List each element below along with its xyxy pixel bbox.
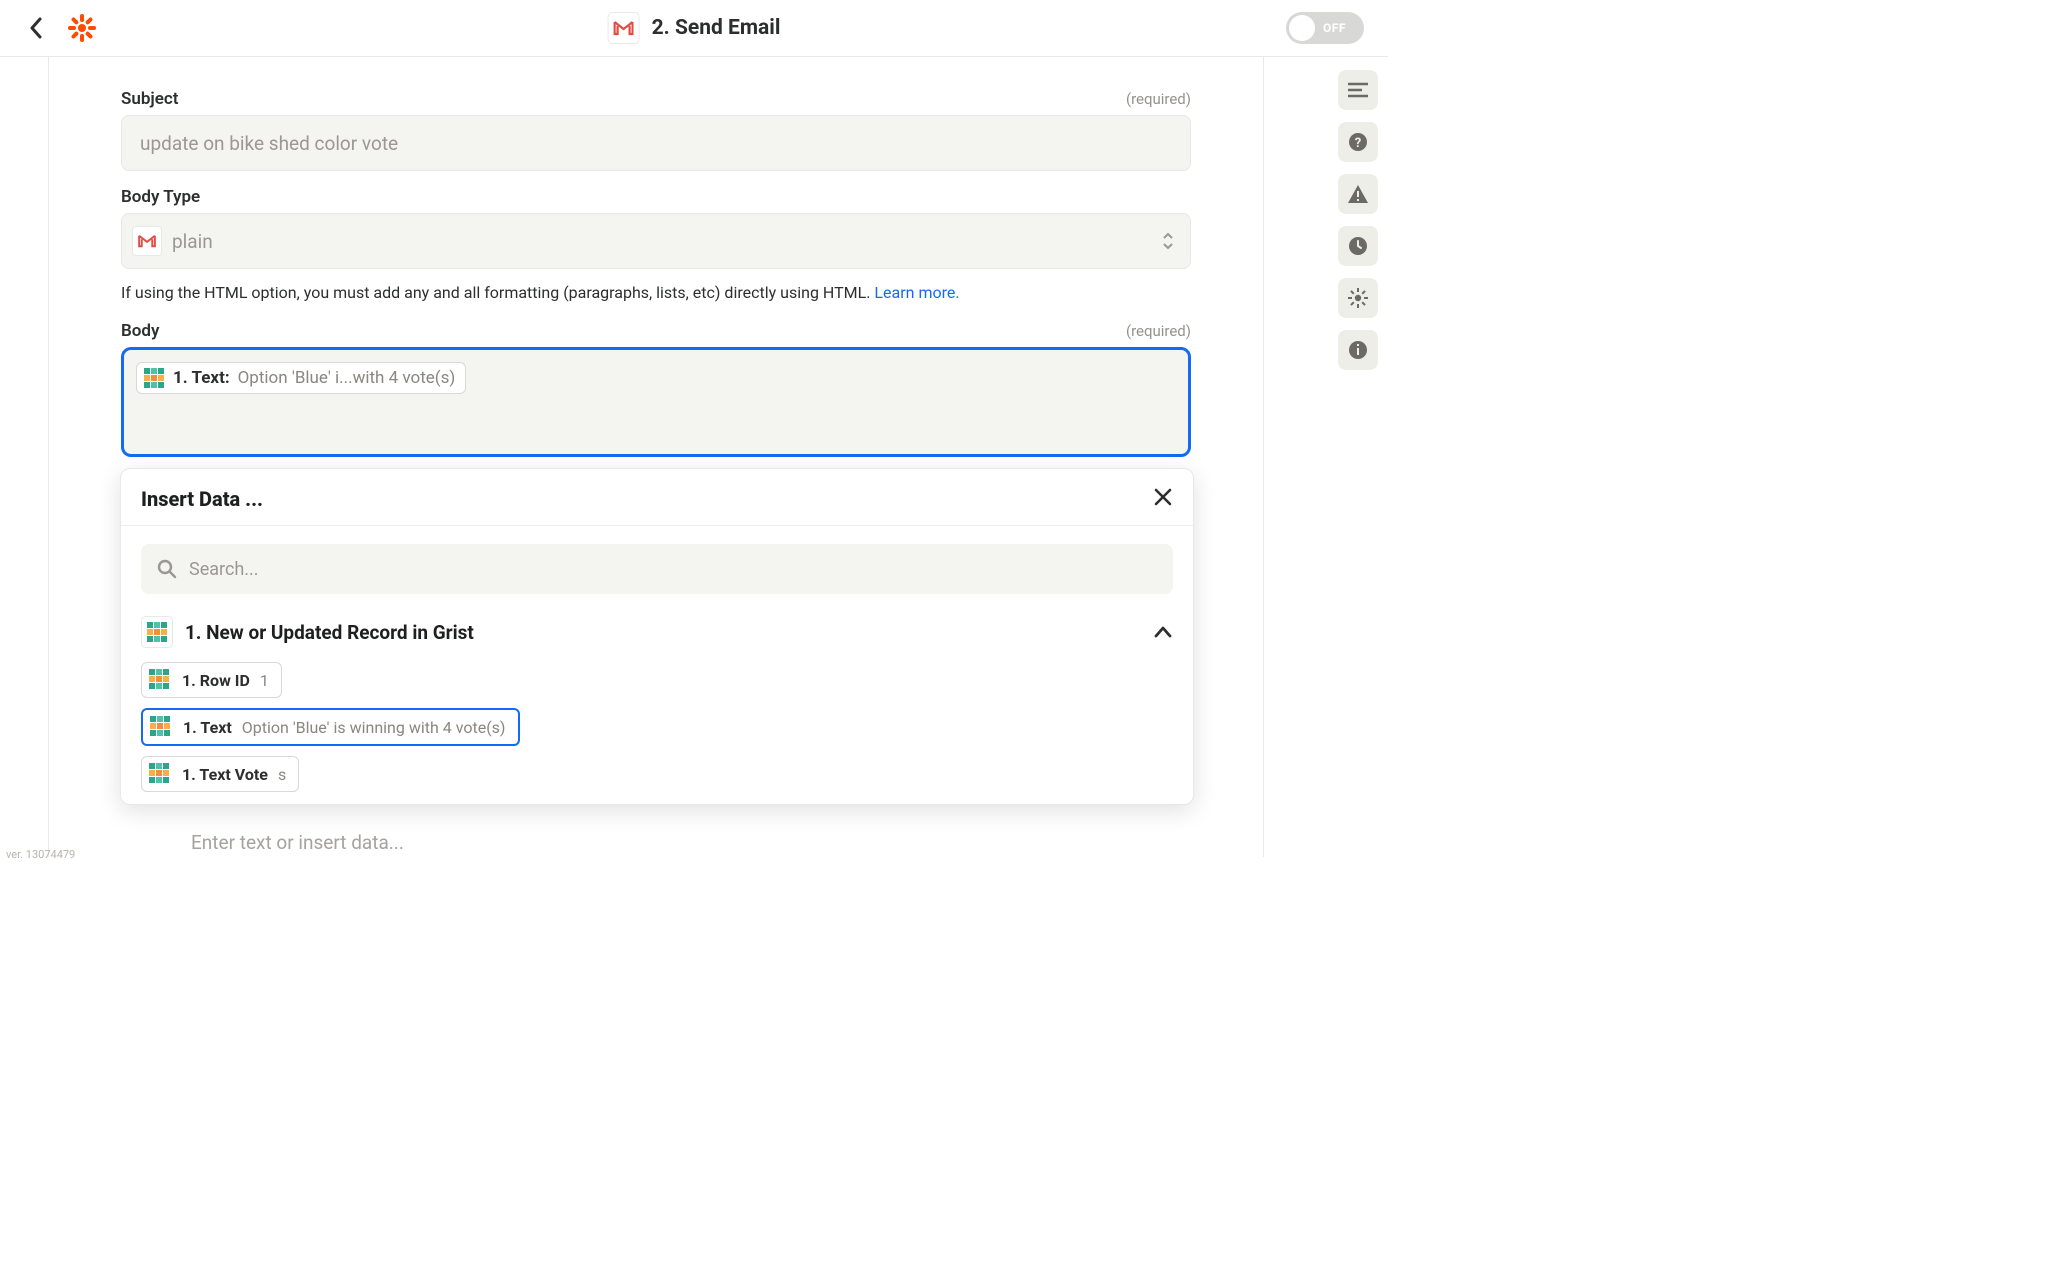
body-type-value: plain (172, 230, 213, 253)
field-option-value: Option 'Blue' is winning with 4 vote(s) (242, 718, 506, 737)
insert-data-title: Insert Data ... (141, 487, 263, 511)
data-source-label: 1. New or Updated Record in Grist (185, 621, 474, 644)
field-option[interactable]: 1. Text Option 'Blue' is winning with 4 … (141, 708, 520, 746)
chevron-up-icon (1162, 232, 1174, 240)
field-option-label: 1. Text (183, 718, 232, 737)
clock-icon (1348, 236, 1368, 256)
insert-data-body: Search... 1. New or Updated Record in Gr… (121, 526, 1193, 804)
insert-data-panel: Insert Data ... Search... (120, 468, 1194, 805)
body-label: Body (121, 321, 159, 341)
version-label: ver. 13074479 (6, 848, 75, 861)
subject-required: (required) (1126, 90, 1191, 108)
zap-enable-toggle[interactable]: OFF (1286, 12, 1364, 44)
pill-value: Option 'Blue' i...with 4 vote(s) (238, 368, 456, 388)
top-bar: 2. Send Email OFF (0, 0, 1388, 57)
search-placeholder: Search... (189, 559, 259, 580)
help-button[interactable]: ? (1338, 122, 1378, 162)
select-stepper (1162, 232, 1174, 250)
zapier-logo (66, 12, 98, 44)
zapier-icon (67, 13, 97, 43)
outline-button[interactable] (1338, 70, 1378, 110)
close-icon (1153, 487, 1173, 507)
pill-label: 1. Text: (173, 368, 230, 388)
toggle-label: OFF (1323, 21, 1346, 35)
info-icon (1348, 340, 1368, 360)
settings-button[interactable] (1338, 278, 1378, 318)
toggle-knob (1289, 15, 1315, 41)
body-type-label: Body Type (121, 187, 200, 207)
warnings-button[interactable] (1338, 174, 1378, 214)
subject-input[interactable]: update on bike shed color vote (121, 115, 1191, 171)
subject-label: Subject (121, 89, 179, 109)
data-source-row[interactable]: 1. New or Updated Record in Grist (141, 616, 1173, 648)
insert-data-search[interactable]: Search... (141, 544, 1173, 594)
step-title: 2. Send Email (652, 16, 781, 40)
svg-text:?: ? (1355, 136, 1361, 151)
chevron-down-icon (1162, 242, 1174, 250)
field-option-label: 1. Text Vote (182, 765, 268, 784)
help-icon: ? (1348, 132, 1368, 152)
right-rail: ? (1338, 70, 1378, 370)
gear-icon (1348, 288, 1368, 308)
chevron-up-icon (1153, 625, 1173, 639)
field-option-label: 1. Row ID (182, 671, 250, 690)
body-field: Body (required) 1. Text: Option 'Blue' i… (121, 321, 1191, 457)
grist-icon (148, 762, 172, 786)
insert-data-header: Insert Data ... (121, 469, 1193, 526)
body-type-select[interactable]: plain (121, 213, 1191, 269)
field-list: 1. Row ID 1 1. Text Option 'Blue' is winn… (141, 662, 1173, 792)
body-type-helper: If using the HTML option, you must add a… (121, 281, 1191, 305)
warning-icon (1347, 184, 1369, 204)
field-option-value: 1 (260, 671, 269, 690)
gmail-icon (138, 234, 156, 248)
field-option[interactable]: 1. Row ID 1 (141, 662, 282, 698)
field-option-value: s (278, 765, 286, 784)
chevron-left-icon (29, 17, 43, 39)
subject-value: update on bike shed color vote (140, 132, 398, 155)
close-button[interactable] (1153, 487, 1173, 511)
step-title-group: 2. Send Email (608, 12, 781, 44)
helper-text: If using the HTML option, you must add a… (121, 283, 874, 302)
body-placeholder: Enter text or insert data... (169, 831, 1243, 854)
gmail-app-icon-small (132, 226, 162, 256)
grist-icon (148, 668, 172, 692)
body-type-field: Body Type plain If using the HTML opt (121, 187, 1191, 305)
mapped-field-pill[interactable]: 1. Text: Option 'Blue' i...with 4 vote(s… (136, 362, 466, 394)
info-button[interactable] (1338, 330, 1378, 370)
outline-icon (1348, 82, 1368, 98)
grist-icon (149, 715, 173, 739)
gmail-icon (614, 20, 634, 36)
grist-icon (146, 621, 168, 643)
learn-more-link[interactable]: Learn more. (874, 283, 959, 302)
gmail-app-icon (608, 12, 640, 44)
subject-field: Subject (required) update on bike shed c… (121, 89, 1191, 171)
body-editor[interactable]: 1. Text: Option 'Blue' i...with 4 vote(s… (121, 347, 1191, 457)
body-required: (required) (1126, 322, 1191, 340)
history-button[interactable] (1338, 226, 1378, 266)
search-icon (157, 559, 177, 579)
grist-app-icon (141, 616, 173, 648)
back-button[interactable] (24, 16, 48, 40)
field-option[interactable]: 1. Text Vote s (141, 756, 299, 792)
grist-icon (143, 367, 165, 389)
